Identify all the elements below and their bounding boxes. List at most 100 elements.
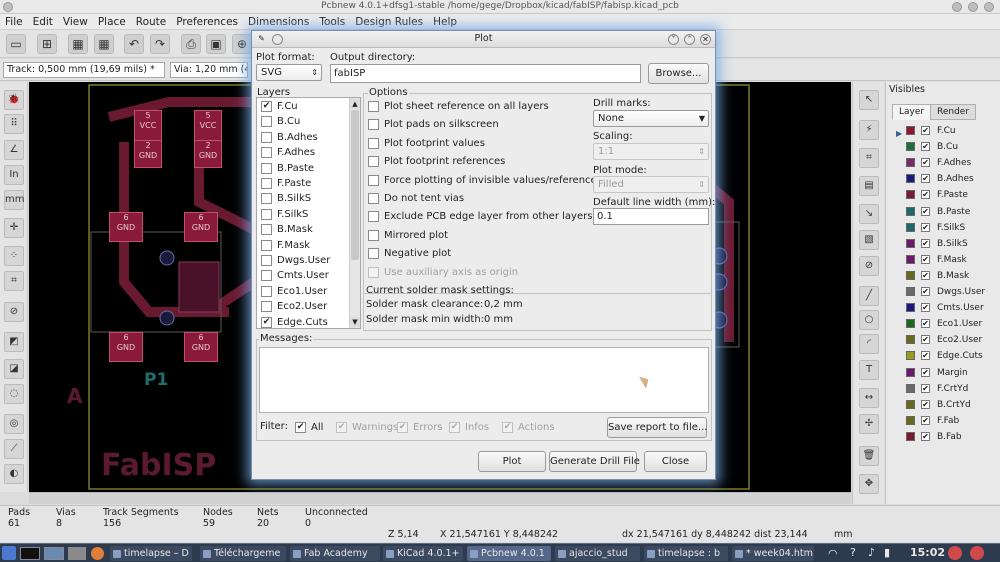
layer-color-swatch[interactable]	[906, 287, 915, 296]
task-button[interactable]: timelapse : b	[644, 546, 728, 561]
layer-checkbox[interactable]: ✔	[261, 101, 272, 112]
layer-color-swatch[interactable]	[906, 206, 915, 216]
local-ratsnest-icon[interactable]: ⌗	[859, 148, 879, 168]
board-setup-icon[interactable]: ▭	[6, 34, 26, 54]
layer-color-swatch[interactable]	[906, 367, 915, 377]
undo-icon[interactable]: ↶	[124, 34, 144, 54]
help-icon[interactable]: ?	[850, 546, 856, 559]
filter-checkbox[interactable]: ✔	[336, 422, 347, 433]
option-checkbox[interactable]	[368, 137, 379, 149]
layer-list-item[interactable]: B.Cu	[259, 114, 347, 129]
browse-button[interactable]: Browse...	[648, 63, 709, 84]
option-checkbox[interactable]	[368, 193, 379, 204]
dialog-close-icon[interactable]: ✕	[700, 34, 711, 45]
layer-list-item[interactable]: F.SilkS	[259, 207, 347, 222]
layer-visible-checkbox[interactable]: ✔	[921, 287, 930, 296]
layer-color-swatch[interactable]	[906, 431, 915, 441]
visibles-layer-row[interactable]: ✔ Margin	[894, 365, 998, 381]
visibles-layer-row[interactable]: ✔ B.Paste	[894, 204, 998, 220]
scroll-up-icon[interactable]: ▲	[350, 99, 360, 109]
layer-color-swatch[interactable]	[906, 383, 915, 393]
logout-icon[interactable]	[948, 546, 962, 560]
layer-visible-checkbox[interactable]: ✔	[921, 351, 930, 361]
add-zone-icon[interactable]: ▧	[859, 230, 879, 250]
module-ratsnest-icon[interactable]: ⌗	[4, 271, 24, 291]
via-size-select[interactable]: Via: 1,20 mm (4	[170, 62, 248, 78]
option-checkbox[interactable]	[368, 156, 379, 168]
inches-icon[interactable]: In	[4, 165, 24, 185]
task-button[interactable]: timelapse – D	[110, 546, 192, 561]
layer-checkbox[interactable]	[261, 193, 272, 205]
minimize-icon[interactable]	[952, 2, 962, 12]
menu-place[interactable]: Place	[93, 14, 131, 29]
layer-checkbox[interactable]	[261, 255, 272, 266]
option-checkbox[interactable]	[368, 248, 379, 260]
layer-visible-checkbox[interactable]: ✔	[921, 174, 930, 184]
layer-color-swatch[interactable]	[906, 126, 915, 135]
layer-visible-checkbox[interactable]: ✔	[921, 367, 930, 377]
visibles-layer-row[interactable]: ✔ B.Mask	[894, 268, 998, 284]
menu-preferences[interactable]: Preferences	[171, 14, 243, 29]
layer-visible-checkbox[interactable]: ✔	[921, 190, 930, 200]
grid-icon[interactable]: ⠿	[4, 114, 24, 134]
layer-color-swatch[interactable]	[906, 303, 915, 313]
layer-color-swatch[interactable]	[906, 351, 915, 361]
layer-color-swatch[interactable]	[906, 270, 915, 280]
layer-visible-checkbox[interactable]: ✔	[921, 142, 930, 152]
option-checkbox[interactable]	[368, 174, 379, 186]
layer-list-item[interactable]: B.Adhes	[259, 130, 347, 145]
layer-list-item[interactable]: Eco2.User	[259, 299, 347, 314]
add-arc-icon[interactable]: ◜	[859, 334, 879, 354]
cursor-shape-icon[interactable]: ✛	[4, 218, 24, 238]
maximize-icon[interactable]	[968, 2, 978, 12]
layer-visible-checkbox[interactable]: ✔	[921, 431, 930, 441]
layer-color-swatch[interactable]	[906, 319, 915, 329]
canvas-hscrollbar[interactable]	[29, 492, 851, 504]
plot-button[interactable]: Plot	[478, 451, 546, 472]
option-checkbox[interactable]	[368, 211, 379, 223]
delete-icon[interactable]: 🗑	[859, 446, 879, 466]
window-titlebar[interactable]: Pcbnew 4.0.1+dfsg1-stable /home/gege/Dro…	[0, 0, 1000, 14]
visibles-layer-row[interactable]: ✔ Eco2.User	[894, 332, 998, 348]
show-zones-icon[interactable]: ◩	[4, 332, 24, 352]
layer-color-swatch[interactable]	[906, 254, 915, 264]
layers-scrollbar[interactable]	[349, 98, 360, 328]
browser-icon[interactable]	[91, 547, 104, 560]
close-button[interactable]: Close	[644, 451, 707, 472]
module-editor-icon[interactable]: ▦	[68, 34, 88, 54]
layer-list-item[interactable]: ✔ F.Cu	[259, 99, 347, 114]
start-menu-icon[interactable]	[2, 546, 16, 560]
menu-design-rules[interactable]: Design Rules	[350, 14, 428, 29]
option-checkbox[interactable]	[368, 266, 379, 278]
visibles-layer-row[interactable]: ✔ F.Fab	[894, 413, 998, 429]
filter-checkbox[interactable]: ✔	[502, 422, 513, 433]
high-contrast-icon[interactable]: ◐	[4, 464, 24, 484]
task-button[interactable]: Pcbnew 4.0.1	[467, 546, 551, 561]
clock[interactable]: 15:02	[910, 546, 945, 559]
layer-checkbox[interactable]	[261, 285, 272, 297]
add-circle-icon[interactable]: ○	[859, 310, 879, 330]
layer-checkbox[interactable]	[261, 131, 272, 143]
layer-list-item[interactable]: ✔ Edge.Cuts	[259, 315, 347, 328]
tab-render[interactable]: Render	[930, 104, 977, 120]
visibles-layer-row[interactable]: ✔ Edge.Cuts	[894, 348, 998, 364]
task-button[interactable]: Fab Academy	[290, 546, 380, 561]
plot-format-select[interactable]: SVG ⇕	[256, 64, 322, 81]
menu-help[interactable]: Help	[428, 14, 462, 29]
task-button[interactable]: ajaccio_stud	[555, 546, 640, 561]
option-checkbox[interactable]	[368, 101, 379, 112]
layer-visible-checkbox[interactable]: ✔	[921, 222, 930, 232]
option-checkbox[interactable]	[368, 119, 379, 131]
layer-visible-checkbox[interactable]: ✔	[921, 238, 930, 248]
layer-checkbox[interactable]	[261, 162, 272, 174]
add-module-icon[interactable]: ▤	[859, 176, 879, 196]
set-origin-icon[interactable]: ✥	[859, 474, 879, 494]
visibles-layer-row[interactable]: ✔ F.Cu ▶	[894, 123, 998, 139]
dialog-help-icon[interactable]: ˅	[668, 34, 679, 45]
layer-list-item[interactable]: F.Mask	[259, 238, 347, 253]
layer-color-swatch[interactable]	[906, 174, 915, 184]
scrollbar-thumb[interactable]	[351, 110, 359, 260]
layer-checkbox[interactable]	[261, 239, 272, 251]
desktop-icon[interactable]	[44, 547, 64, 560]
dialog-maximize-icon[interactable]: ˄	[684, 34, 695, 45]
